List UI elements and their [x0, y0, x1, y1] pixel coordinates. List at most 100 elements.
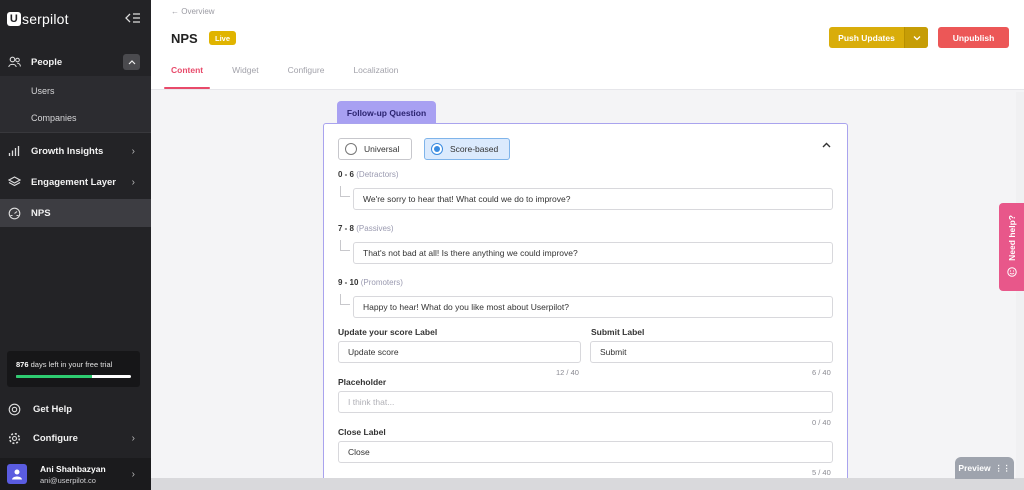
people-submenu: Users Companies: [0, 76, 151, 132]
trial-progress-fill: [16, 375, 92, 378]
score-based-label: Score-based: [450, 144, 499, 154]
score-based-radio-option[interactable]: Score-based: [424, 138, 510, 160]
close-label-heading: Close Label: [338, 427, 386, 437]
people-icon: [7, 55, 21, 69]
sidebar-item-get-help[interactable]: Get Help: [0, 395, 151, 423]
tree-connector: [340, 240, 350, 251]
submit-label-input[interactable]: Submit: [590, 341, 833, 363]
sidebar-item-people[interactable]: People: [0, 48, 151, 76]
sidebar-item-label: Get Help: [33, 403, 73, 415]
avatar: [7, 464, 27, 484]
submit-label-heading: Submit Label: [591, 327, 645, 337]
logo-row: U serpilot: [0, 0, 151, 38]
universal-label: Universal: [364, 144, 400, 154]
tab-configure[interactable]: Configure: [288, 59, 325, 90]
sidebar-subitem-users[interactable]: Users: [0, 77, 151, 104]
tab-widget[interactable]: Widget: [232, 59, 258, 90]
char-counter: 6 / 40: [812, 368, 831, 377]
bar-chart-icon: [7, 144, 21, 158]
chevron-up-icon[interactable]: [822, 140, 831, 151]
page-title: NPS: [171, 31, 198, 46]
follow-up-question-card: Universal Score-based 0 - 6 (Detractors)…: [323, 123, 848, 490]
smile-icon: [1006, 267, 1017, 279]
trial-progress-bar: [16, 375, 131, 378]
logo-text: serpilot: [22, 11, 69, 27]
passives-question-input[interactable]: That's not bad at all! Is there anything…: [353, 242, 833, 264]
update-score-label-input[interactable]: Update score: [338, 341, 581, 363]
range-value: 0 - 6: [338, 170, 355, 179]
chevron-right-icon: ›: [131, 432, 135, 444]
push-updates-button[interactable]: Push Updates: [829, 27, 928, 48]
tab-localization[interactable]: Localization: [353, 59, 398, 90]
trial-text: 876 days left in your free trial: [16, 360, 131, 369]
user-profile[interactable]: Ani Shahbazyan ani@userpilot.co ›: [0, 458, 151, 490]
back-link-overview[interactable]: ← Overview: [171, 7, 215, 16]
range-label-passives: 7 - 8 (Passives): [338, 224, 394, 233]
userpilot-logo[interactable]: U serpilot: [7, 11, 69, 27]
push-updates-label: Push Updates: [838, 32, 895, 43]
placeholder-heading: Placeholder: [338, 377, 387, 387]
promoters-question-input[interactable]: Happy to hear! What do you like most abo…: [353, 296, 833, 318]
close-label-input[interactable]: Close: [338, 441, 833, 463]
range-label-promoters: 9 - 10 (Promoters): [338, 278, 403, 287]
follow-up-question-tab[interactable]: Follow-up Question: [337, 101, 436, 124]
main-content: Follow-up Question Universal Score-based…: [151, 91, 1000, 490]
sidebar-item-engagement-layer[interactable]: Engagement Layer ›: [0, 168, 151, 196]
bottom-bar: [151, 478, 1024, 490]
sidebar-item-nps[interactable]: NPS: [0, 199, 151, 227]
collapse-sidebar-icon[interactable]: [125, 12, 141, 27]
range-value: 9 - 10: [338, 278, 359, 287]
need-help-button[interactable]: Need help?: [999, 203, 1024, 291]
sidebar-item-label: People: [31, 56, 63, 68]
preview-button[interactable]: Preview ⋮⋮: [955, 457, 1014, 479]
chevron-down-icon[interactable]: [904, 27, 928, 48]
sidebar-item-label: NPS: [31, 207, 51, 219]
tab-content[interactable]: Content: [163, 59, 211, 90]
sidebar-item-label: Growth Insights: [31, 145, 104, 157]
page-header: ← Overview NPS Live Push Updates Unpubli…: [151, 0, 1024, 90]
status-badge: Live: [209, 31, 237, 45]
preview-label: Preview: [958, 463, 991, 473]
update-score-label-heading: Update your score Label: [338, 327, 438, 337]
radio-unchecked-icon: [345, 143, 357, 155]
layers-icon: [7, 175, 21, 189]
trial-days: 876: [16, 360, 29, 369]
sidebar-item-label: Engagement Layer: [31, 176, 116, 188]
chevron-right-icon: ›: [131, 145, 135, 157]
tree-connector: [340, 186, 350, 197]
divider: [0, 132, 151, 133]
user-name: Ani Shahbazyan: [40, 463, 106, 474]
trial-suffix: days left in your free trial: [30, 360, 113, 369]
chevron-right-icon: ›: [131, 468, 135, 480]
unpublish-button[interactable]: Unpublish: [938, 27, 1009, 48]
sidebar-subitem-companies[interactable]: Companies: [0, 104, 151, 131]
sidebar: U serpilot People Users Companies Growth…: [0, 0, 151, 490]
user-email: ani@userpilot.co: [40, 475, 96, 485]
char-counter: 0 / 40: [812, 418, 831, 427]
range-name: (Passives): [356, 224, 394, 233]
char-counter: 12 / 40: [556, 368, 579, 377]
sidebar-item-configure[interactable]: Configure ›: [0, 424, 151, 452]
placeholder-input[interactable]: I think that...: [338, 391, 833, 413]
radio-checked-icon: [431, 143, 443, 155]
gauge-icon: [7, 206, 21, 220]
chevron-up-icon[interactable]: [123, 54, 140, 70]
help-lifebuoy-icon: [7, 402, 21, 416]
detractors-question-input[interactable]: We're sorry to hear that! What could we …: [353, 188, 833, 210]
preview-icon: ⋮⋮: [994, 463, 1011, 473]
range-name: (Promoters): [360, 278, 403, 287]
logo-mark: U: [7, 12, 21, 26]
content-tabs: Content Widget Configure Localization: [163, 59, 427, 90]
universal-radio-option[interactable]: Universal: [338, 138, 412, 160]
char-counter: 5 / 40: [812, 468, 831, 477]
need-help-label: Need help?: [1006, 215, 1017, 261]
sidebar-item-label: Configure: [33, 432, 78, 444]
range-value: 7 - 8: [338, 224, 355, 233]
gear-icon: [7, 431, 21, 445]
chevron-right-icon: ›: [131, 176, 135, 188]
range-name: (Detractors): [356, 170, 399, 179]
sidebar-item-growth-insights[interactable]: Growth Insights ›: [0, 137, 151, 165]
trial-banner[interactable]: 876 days left in your free trial: [7, 351, 140, 387]
tree-connector: [340, 294, 350, 305]
range-label-detractors: 0 - 6 (Detractors): [338, 170, 398, 179]
